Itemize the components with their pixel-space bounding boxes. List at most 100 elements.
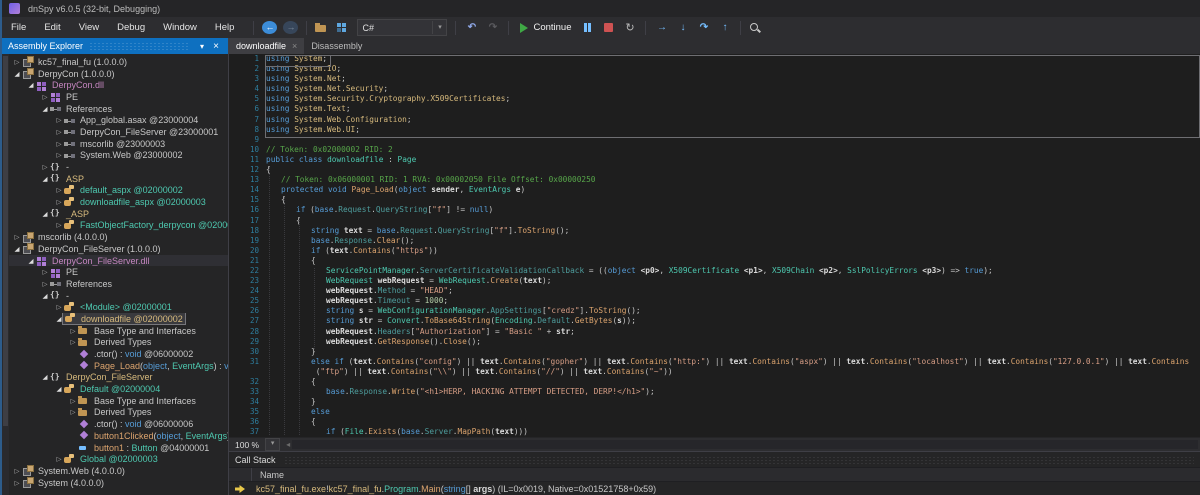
code-line-8[interactable]: 8using System.Web.UI; [229, 125, 1200, 135]
expander-open-icon[interactable] [54, 385, 64, 393]
code-line-19[interactable]: 19base.Response.Clear(); [229, 236, 1200, 246]
zoom-level[interactable]: 100 % [229, 440, 265, 450]
line-number[interactable]: 13 [229, 175, 266, 185]
navigate-forward-icon[interactable] [283, 21, 298, 34]
menu-help[interactable]: Help [206, 17, 244, 38]
tree-node-mscorlib-4-0-0-0[interactable]: mscorlib (4.0.0.0) [2, 231, 228, 243]
expander-closed-icon[interactable] [68, 338, 78, 346]
tree-node-module-02000001[interactable]: <Module> @02000001 [2, 301, 228, 313]
tree-node-kc57-final-fu-1-0-0-0[interactable]: kc57_final_fu (1.0.0.0) [2, 56, 228, 68]
code-line-29[interactable]: 29webRequest.GetResponse().Close(); [229, 337, 1200, 347]
line-number[interactable]: 20 [229, 246, 266, 256]
pause-icon[interactable] [584, 23, 591, 32]
code-line-24[interactable]: 24webRequest.Method = "HEAD"; [229, 286, 1200, 296]
code-line-10[interactable]: 10// Token: 0x02000002 RID: 2 [229, 145, 1200, 155]
expander-open-icon[interactable] [12, 70, 22, 78]
line-number[interactable]: 28 [229, 327, 266, 337]
tree-node-[interactable]: - [2, 290, 228, 302]
expander-closed-icon[interactable] [54, 303, 64, 311]
expander-open-icon[interactable] [40, 373, 50, 381]
expander-closed-icon[interactable] [54, 455, 64, 463]
line-number[interactable] [229, 367, 266, 377]
code-line-27[interactable]: 27string str = Convert.ToBase64String(En… [229, 316, 1200, 326]
code-line-22[interactable]: 22ServicePointManager.ServerCertificateV… [229, 266, 1200, 276]
menu-window[interactable]: Window [154, 17, 206, 38]
tree-node-page-load[interactable]: Page_Load(object, EventArgs) : void @060… [2, 360, 228, 372]
expander-open-icon[interactable] [26, 257, 36, 265]
expander-closed-icon[interactable] [54, 128, 64, 136]
code-line-18[interactable]: 18string text = base.Request.QueryString… [229, 226, 1200, 236]
line-number[interactable]: 2 [229, 64, 266, 74]
expander-closed-icon[interactable] [68, 327, 78, 335]
open-file-icon[interactable] [315, 22, 330, 33]
tree-scrollbar[interactable] [2, 54, 9, 495]
code-line-16[interactable]: 16if (base.Request.QueryString["f"] != n… [229, 205, 1200, 215]
expander-closed-icon[interactable] [40, 163, 50, 171]
line-number[interactable]: 17 [229, 216, 266, 226]
tree-node-base-type-and-interfaces[interactable]: Base Type and Interfaces [2, 325, 228, 337]
line-number[interactable]: 22 [229, 266, 266, 276]
tree-node-default-aspx-02000002[interactable]: default_aspx @02000002 [2, 185, 228, 197]
tree-node-derpycon-fileserver[interactable]: DerpyCon_FileServer [2, 372, 228, 384]
tree-node-references[interactable]: References [2, 103, 228, 115]
code-line-6[interactable]: 6using System.Text; [229, 104, 1200, 114]
tree-node-app-global-asax-23000004[interactable]: App_global.asax @23000004 [2, 114, 228, 126]
code-line-3[interactable]: 3using System.Net; [229, 74, 1200, 84]
expander-open-icon[interactable] [40, 175, 50, 183]
redo-icon[interactable] [485, 20, 500, 36]
tree-node-mscorlib-23000003[interactable]: mscorlib @23000003 [2, 138, 228, 150]
menu-file[interactable]: File [2, 17, 35, 38]
line-number[interactable]: 4 [229, 84, 266, 94]
line-number[interactable]: 14 [229, 185, 266, 195]
search-icon[interactable] [749, 22, 764, 34]
expander-closed-icon[interactable] [12, 233, 22, 241]
tree-node-pe[interactable]: PE [2, 91, 228, 103]
expander-open-icon[interactable] [40, 292, 50, 300]
code-line-20[interactable]: 20if (text.Contains("https")) [229, 246, 1200, 256]
assembly-explorer-tree[interactable]: kc57_final_fu (1.0.0.0)DerpyCon (1.0.0.0… [2, 54, 228, 495]
code-line-5[interactable]: 5using System.Security.Cryptography.X509… [229, 94, 1200, 104]
code-line-13[interactable]: 13// Token: 0x06000001 RID: 1 RVA: 0x000… [229, 175, 1200, 185]
line-number[interactable]: 16 [229, 205, 266, 215]
expander-open-icon[interactable] [26, 81, 36, 89]
continue-button[interactable]: Continue [517, 22, 574, 33]
line-number[interactable]: 34 [229, 397, 266, 407]
tree-node-downloadfile-aspx-02000003[interactable]: downloadfile_aspx @02000003 [2, 196, 228, 208]
expander-closed-icon[interactable] [68, 397, 78, 405]
expander-open-icon[interactable] [40, 210, 50, 218]
stop-debugging-icon[interactable] [604, 23, 613, 32]
callstack-frame-row[interactable]: kc57_final_fu.exe!kc57_final_fu.Program.… [229, 482, 1200, 495]
scrollbar-thumb[interactable] [3, 56, 8, 426]
code-line-28[interactable]: 28webRequest.Headers["Authorization"] = … [229, 327, 1200, 337]
expander-closed-icon[interactable] [12, 467, 22, 475]
tab-downloadfile[interactable]: downloadfile [229, 38, 304, 54]
panel-menu-icon[interactable] [195, 42, 209, 51]
expander-closed-icon[interactable] [54, 151, 64, 159]
menu-debug[interactable]: Debug [108, 17, 154, 38]
line-number[interactable]: 1 [229, 54, 266, 64]
expander-closed-icon[interactable] [12, 479, 22, 487]
zoom-dropdown-icon[interactable] [265, 438, 280, 451]
line-number[interactable]: 11 [229, 155, 266, 165]
line-number[interactable]: 5 [229, 94, 266, 104]
expander-closed-icon[interactable] [40, 93, 50, 101]
step-over-icon[interactable] [696, 20, 711, 36]
expander-closed-icon[interactable] [54, 198, 64, 206]
line-number[interactable]: 18 [229, 226, 266, 236]
tree-node-button1clicked[interactable]: button1Clicked(object, EventArgs) : void… [2, 430, 228, 442]
code-line-wrap[interactable]: ("ftp") || text.Contains("\\") || text.C… [229, 367, 1200, 377]
code-line-30[interactable]: 30} [229, 347, 1200, 357]
expander-open-icon[interactable] [40, 105, 50, 113]
code-line-1[interactable]: 1using System; [229, 54, 1200, 64]
tree-node-[interactable]: - [2, 161, 228, 173]
tree-node-derpycon-fileserver-dll[interactable]: DerpyCon_FileServer.dll [2, 255, 228, 267]
tab-disassembly[interactable]: Disassembly [304, 38, 369, 54]
code-line-23[interactable]: 23WebRequest webRequest = WebRequest.Cre… [229, 276, 1200, 286]
code-line-11[interactable]: 11public class downloadfile : Page [229, 155, 1200, 165]
line-number[interactable]: 33 [229, 387, 266, 397]
code-line-4[interactable]: 4using System.Net.Security; [229, 84, 1200, 94]
step-into-icon[interactable] [675, 20, 690, 36]
callstack-header[interactable]: Call Stack [229, 452, 1200, 467]
code-line-21[interactable]: 21{ [229, 256, 1200, 266]
tree-node-fastobjectfactory-derpycon-0[interactable]: FastObjectFactory_derpycon @02000004 [2, 220, 228, 232]
